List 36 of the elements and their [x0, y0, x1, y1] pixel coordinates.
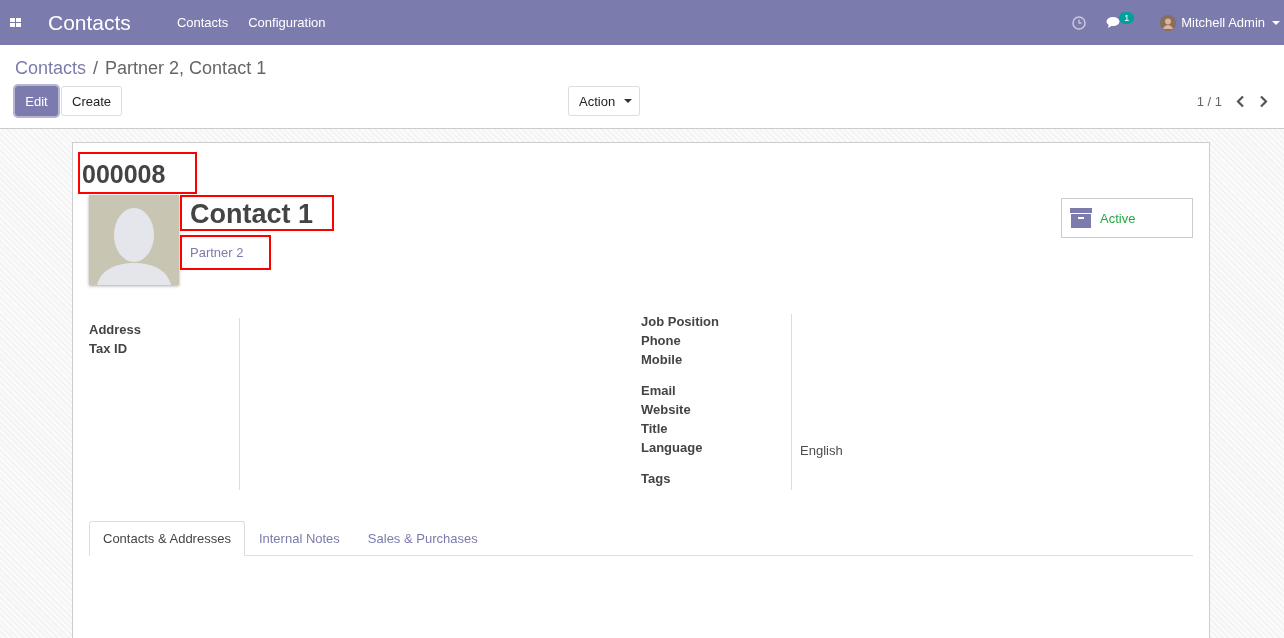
breadcrumb-link[interactable]: Contacts: [15, 58, 87, 79]
field-value: English: [800, 443, 843, 458]
action-dropdown[interactable]: Action: [568, 86, 640, 116]
previous-icon[interactable]: [1236, 94, 1245, 108]
apps-menu-icon[interactable]: [10, 17, 22, 28]
user-menu[interactable]: Mitchell Admin: [1181, 15, 1280, 30]
user-avatar-icon: [1160, 14, 1177, 31]
edit-button[interactable]: Edit: [15, 86, 58, 116]
field-label: Tags: [641, 471, 671, 486]
app-title: Contacts: [48, 10, 131, 35]
field-label: Phone: [641, 333, 681, 348]
archive-box-icon: [1070, 208, 1092, 228]
nav-menu-item[interactable]: Configuration: [248, 15, 326, 30]
field-label: Language: [641, 440, 703, 455]
company-link[interactable]: Partner 2: [182, 237, 270, 268]
reference-number: 000008: [80, 154, 196, 192]
clock-icon[interactable]: [1072, 15, 1087, 30]
breadcrumb-separator: /: [93, 58, 99, 79]
breadcrumb-current: Partner 2, Contact 1: [105, 58, 267, 79]
nav-menu-item[interactable]: Contacts: [176, 15, 229, 30]
field-label: Job Position: [641, 314, 719, 329]
notification-badge: 1: [1119, 11, 1135, 24]
notebook-tab[interactable]: Internal Notes: [244, 521, 354, 556]
create-button[interactable]: Create: [61, 86, 123, 116]
contact-name: Contact 1: [182, 197, 333, 229]
field-label: Mobile: [641, 352, 683, 367]
next-icon[interactable]: [1259, 94, 1268, 108]
field-label: Tax ID: [89, 341, 128, 356]
field-label: Email: [641, 383, 676, 398]
notebook-tab[interactable]: Sales & Purchases: [353, 521, 492, 556]
field-label: Address: [89, 322, 142, 337]
active-button[interactable]: Active: [1061, 198, 1193, 238]
notebook-tab[interactable]: Contacts & Addresses: [89, 521, 245, 556]
field-label: Website: [641, 402, 691, 417]
field-label: Title: [641, 421, 668, 436]
pager-value: 1 / 1: [1196, 93, 1222, 109]
